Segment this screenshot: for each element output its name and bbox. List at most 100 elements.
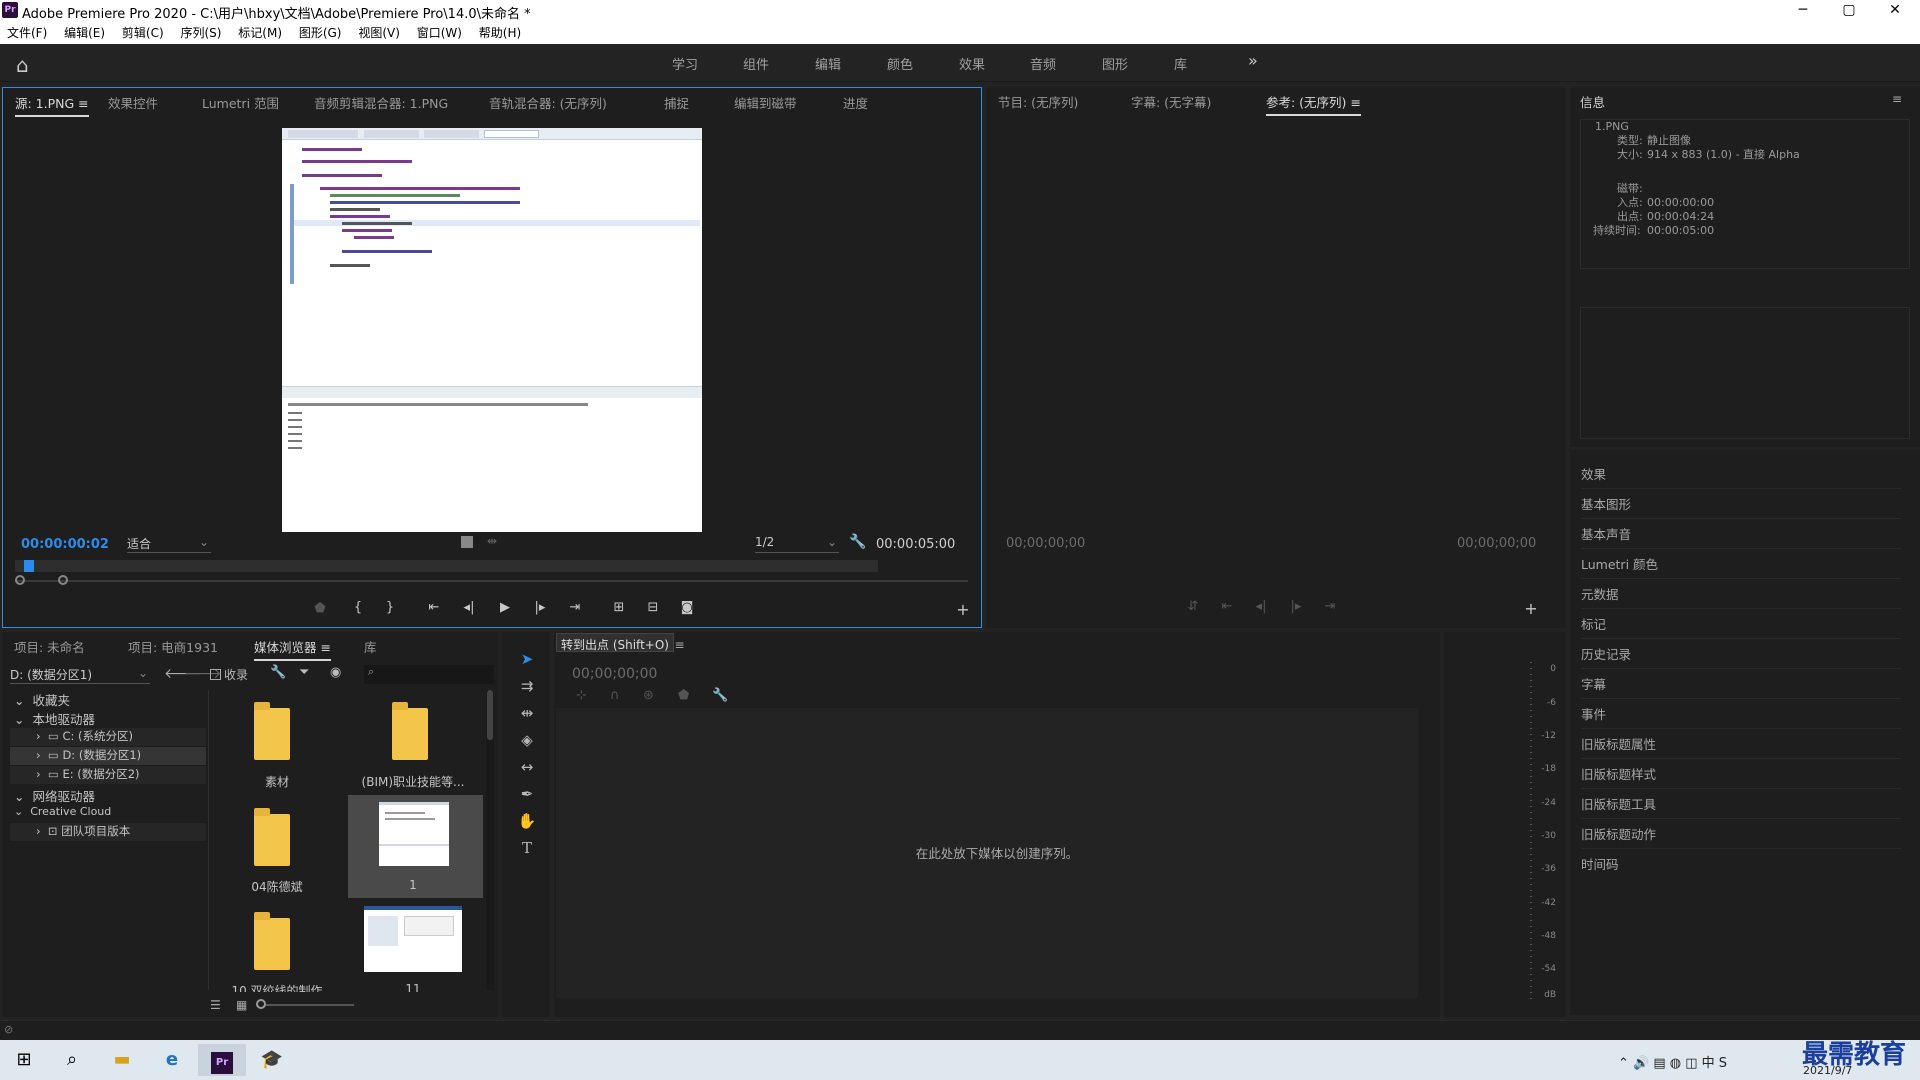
- pen-tool-icon[interactable]: ✒: [514, 785, 540, 809]
- tree-creative-cloud[interactable]: ⌄ Creative Cloud: [14, 805, 111, 818]
- go-to-out-icon[interactable]: ⇥: [1320, 599, 1340, 614]
- vertical-scrollbar[interactable]: [486, 690, 494, 990]
- maximize-button[interactable]: ▢: [1826, 0, 1872, 22]
- side-panel-legacy-title-tools[interactable]: 旧版标题工具: [1581, 790, 1901, 819]
- hand-tool-icon[interactable]: ✋: [514, 812, 540, 836]
- panel-menu-icon[interactable]: ≡: [1892, 92, 1902, 106]
- list-view-icon[interactable]: ☰: [210, 998, 221, 1012]
- overwrite-icon[interactable]: ⊟: [643, 600, 663, 615]
- selection-tool-icon[interactable]: ➤: [514, 650, 540, 674]
- panel-menu-icon[interactable]: ≡: [321, 640, 331, 655]
- workspace-assembly[interactable]: 组件: [743, 54, 769, 73]
- add-marker-icon[interactable]: ⬟: [678, 688, 689, 703]
- tab-capture[interactable]: 捕捉: [664, 93, 689, 112]
- file-explorer-icon[interactable]: ▬: [98, 1044, 146, 1076]
- menu-marker[interactable]: 标记(M): [238, 26, 282, 40]
- insert-icon[interactable]: ⊞: [609, 600, 629, 615]
- tab-project-ecommerce[interactable]: 项目: 电商1931: [128, 637, 218, 656]
- camera-export-frame-icon[interactable]: ◙: [677, 600, 697, 615]
- step-back-icon[interactable]: ◂|: [459, 600, 479, 615]
- play-icon[interactable]: ▶: [495, 600, 515, 615]
- windows-start-icon[interactable]: ⊞: [0, 1044, 48, 1076]
- menu-clip[interactable]: 剪辑(C): [122, 26, 164, 40]
- side-panel-legacy-title-styles[interactable]: 旧版标题样式: [1581, 760, 1901, 789]
- side-panel-captions[interactable]: 字幕: [1581, 670, 1901, 699]
- nest-sequence-icon[interactable]: ⊹: [576, 688, 587, 703]
- tab-libraries[interactable]: 库: [364, 637, 377, 656]
- tab-media-browser[interactable]: 媒体浏览器 ≡: [254, 637, 331, 661]
- menu-edit[interactable]: 编辑(E): [64, 26, 105, 40]
- timeline-timecode[interactable]: 00;00;00;00: [572, 666, 657, 682]
- razor-tool-icon[interactable]: ◈: [514, 731, 540, 755]
- source-time-ruler[interactable]: [15, 560, 878, 572]
- side-panel-markers[interactable]: 标记: [1581, 610, 1901, 639]
- workspace-learn[interactable]: 学习: [672, 54, 698, 73]
- zoom-handle-right[interactable]: [58, 575, 68, 585]
- tab-reference[interactable]: 参考: (无序列) ≡: [1266, 92, 1361, 116]
- tree-local-drives[interactable]: ⌄ 本地驱动器: [14, 709, 95, 728]
- tree-network-drives[interactable]: ⌄ 网络驱动器: [14, 786, 95, 805]
- tab-program[interactable]: 节目: (无序列): [998, 92, 1078, 111]
- workspace-effects[interactable]: 效果: [959, 54, 985, 73]
- zoom-scroll-bar[interactable]: [15, 580, 968, 582]
- tree-drive-d[interactable]: › ▭ D: (数据分区1): [10, 747, 206, 765]
- side-panel-history[interactable]: 历史记录: [1581, 640, 1901, 669]
- step-back-icon[interactable]: ◂|: [1251, 599, 1271, 614]
- tab-source[interactable]: 源: 1.PNG ≡: [15, 93, 89, 117]
- home-icon[interactable]: ⌂: [16, 53, 40, 77]
- go-to-out-icon[interactable]: ⇥: [565, 600, 585, 615]
- side-panel-lumetri-color[interactable]: Lumetri 颜色: [1581, 550, 1901, 579]
- safe-margins-icon[interactable]: [461, 536, 473, 548]
- side-panel-essential-graphics[interactable]: 基本图形: [1581, 490, 1901, 519]
- add-button-icon[interactable]: +: [1521, 599, 1541, 618]
- tab-effect-controls[interactable]: 效果控件: [108, 93, 158, 112]
- side-panel-metadata[interactable]: 元数据: [1581, 580, 1901, 609]
- playhead[interactable]: [24, 560, 34, 572]
- tree-drive-c[interactable]: › ▭ C: (系统分区): [10, 728, 206, 746]
- side-panel-events[interactable]: 事件: [1581, 700, 1901, 729]
- menu-graphics[interactable]: 图形(G): [299, 26, 342, 40]
- program-timecode-left[interactable]: 00;00;00;00: [1006, 536, 1085, 551]
- premiere-taskbar-button[interactable]: Pr: [198, 1044, 246, 1076]
- icon-view-icon[interactable]: ▦: [236, 998, 247, 1012]
- track-select-tool-icon[interactable]: ⇉: [514, 677, 540, 701]
- tab-lumetri-scopes[interactable]: Lumetri 范围: [202, 93, 279, 112]
- zoom-handle-left[interactable]: [15, 575, 25, 585]
- zoom-slider-handle[interactable]: [256, 999, 266, 1009]
- zoom-slider[interactable]: [256, 1004, 354, 1006]
- workspace-libraries[interactable]: 库: [1174, 54, 1187, 73]
- side-panel-timecode[interactable]: 时间码: [1581, 850, 1901, 879]
- side-panel-essential-sound[interactable]: 基本声音: [1581, 520, 1901, 549]
- wrench-settings-icon[interactable]: 🔧: [712, 688, 728, 703]
- panel-menu-icon[interactable]: ≡: [675, 638, 685, 652]
- type-tool-icon[interactable]: T: [514, 839, 540, 863]
- step-forward-icon[interactable]: |▸: [530, 600, 550, 615]
- side-panel-effects[interactable]: 效果: [1581, 460, 1901, 489]
- go-to-in-icon[interactable]: ⇤: [1217, 599, 1237, 614]
- zoom-fit-dropdown[interactable]: 适合 ⌄: [127, 535, 211, 553]
- ripple-edit-tool-icon[interactable]: ⇹: [514, 704, 540, 728]
- tab-audio-track-mixer[interactable]: 音轨混合器: (无序列): [489, 93, 607, 112]
- menu-help[interactable]: 帮助(H): [479, 26, 521, 40]
- system-tray-icons[interactable]: ⌃ 🔊 ▤ ◍ ◫ 中 S: [1618, 1052, 1727, 1071]
- tree-favorites[interactable]: ⌄ 收藏夹: [14, 690, 70, 709]
- wrench-settings-icon[interactable]: 🔧: [270, 665, 286, 680]
- tab-captions[interactable]: 字幕: (无字幕): [1131, 92, 1211, 111]
- search-input[interactable]: ⌕: [364, 665, 494, 684]
- view-eye-icon[interactable]: ◉: [330, 665, 341, 680]
- search-icon[interactable]: ⌕: [48, 1044, 96, 1076]
- tab-audio-clip-mixer[interactable]: 音频剪辑混合器: 1.PNG: [314, 93, 448, 112]
- tab-edit-to-tape[interactable]: 编辑到磁带: [734, 93, 797, 112]
- mark-out-icon[interactable]: }: [380, 600, 400, 615]
- workspace-graphics[interactable]: 图形: [1102, 54, 1128, 73]
- menu-file[interactable]: 文件(F): [7, 26, 47, 40]
- close-button[interactable]: ✕: [1872, 0, 1918, 22]
- snap-magnet-icon[interactable]: ∩: [610, 688, 620, 703]
- workspace-color[interactable]: 颜色: [887, 54, 913, 73]
- workspace-editing[interactable]: 编辑: [815, 54, 841, 73]
- graduation-cap-icon[interactable]: 🎓: [248, 1044, 296, 1076]
- add-marker-icon[interactable]: ⬟: [310, 601, 330, 616]
- panel-menu-icon[interactable]: ≡: [1350, 95, 1360, 110]
- scrollbar-thumb[interactable]: [487, 690, 493, 740]
- minimize-button[interactable]: ─: [1780, 0, 1826, 22]
